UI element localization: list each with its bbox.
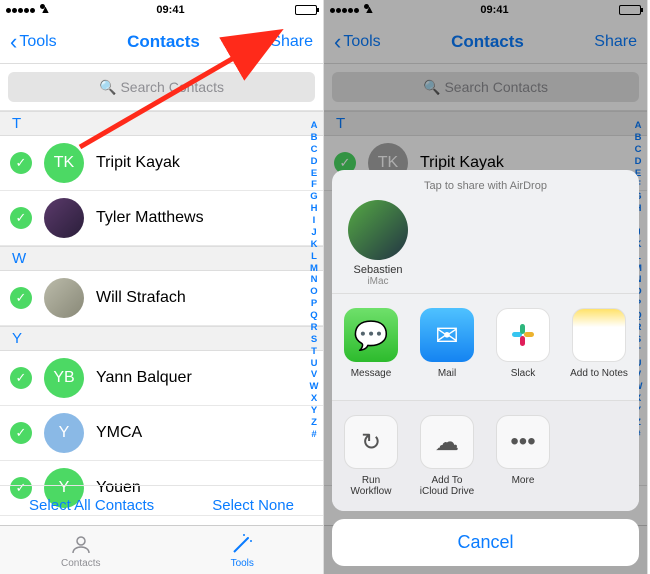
back-button[interactable]: ‹Tools bbox=[10, 31, 57, 53]
avatar bbox=[44, 198, 84, 238]
check-icon[interactable]: ✓ bbox=[10, 422, 32, 444]
contacts-icon bbox=[69, 532, 93, 556]
selection-footer: Select All Contacts Select None bbox=[0, 485, 323, 525]
search-icon: 🔍 bbox=[99, 79, 116, 96]
right-screenshot: ▲ 09:41 ‹Tools Contacts Share 🔍Search Co… bbox=[324, 0, 648, 574]
share-apps-row: 💬 Message ✉ Mail Slack Add to Notes bbox=[332, 293, 639, 400]
check-icon[interactable]: ✓ bbox=[10, 207, 32, 229]
airdrop-section: Tap to share with AirDrop Sebastien iMac bbox=[332, 170, 639, 293]
contact-row[interactable]: ✓ Y YMCA bbox=[0, 406, 323, 461]
left-screenshot: ▲ 09:41 ‹Tools Contacts Share 🔍Search Co… bbox=[0, 0, 324, 574]
avatar: Y bbox=[44, 413, 84, 453]
check-icon[interactable]: ✓ bbox=[10, 367, 32, 389]
share-app-message[interactable]: 💬 Message bbox=[340, 308, 402, 390]
more-icon: ••• bbox=[496, 415, 550, 469]
check-icon[interactable]: ✓ bbox=[10, 287, 32, 309]
notes-icon bbox=[572, 308, 626, 362]
share-actions-row: ↻ Run Workflow ☁ Add To iCloud Drive •••… bbox=[332, 400, 639, 511]
status-bar: ▲ 09:41 bbox=[0, 0, 323, 20]
signal-dots-icon: ▲ bbox=[6, 4, 46, 16]
action-icloud-drive[interactable]: ☁ Add To iCloud Drive bbox=[416, 415, 478, 497]
tab-bar: Contacts Tools bbox=[0, 525, 323, 574]
chevron-left-icon: ‹ bbox=[10, 31, 17, 53]
check-icon[interactable]: ✓ bbox=[10, 152, 32, 174]
page-title: Contacts bbox=[127, 32, 200, 52]
contact-row[interactable]: ✓ Tyler Matthews bbox=[0, 191, 323, 246]
alpha-index[interactable]: ABCDEFGHIJKLMNOPQRSTUVWXYZ# bbox=[307, 120, 321, 494]
section-header-y: Y bbox=[0, 326, 323, 351]
tab-tools[interactable]: Tools bbox=[162, 526, 324, 574]
select-all-button[interactable]: Select All Contacts bbox=[29, 497, 154, 514]
battery-icon bbox=[295, 5, 317, 15]
avatar: YB bbox=[44, 358, 84, 398]
contact-name: Tyler Matthews bbox=[96, 209, 204, 227]
select-none-button[interactable]: Select None bbox=[212, 497, 294, 514]
action-run-workflow[interactable]: ↻ Run Workflow bbox=[340, 415, 402, 497]
share-app-notes[interactable]: Add to Notes bbox=[568, 308, 630, 390]
cancel-button[interactable]: Cancel bbox=[332, 519, 639, 566]
nav-bar: ‹Tools Contacts Share bbox=[0, 20, 323, 64]
slack-icon bbox=[496, 308, 550, 362]
cloud-upload-icon: ☁ bbox=[420, 415, 474, 469]
contact-name: Will Strafach bbox=[96, 289, 186, 307]
contact-name: YMCA bbox=[96, 424, 142, 442]
share-sheet: Tap to share with AirDrop Sebastien iMac… bbox=[332, 170, 639, 566]
section-header-t: T bbox=[0, 111, 323, 136]
refresh-icon: ↻ bbox=[344, 415, 398, 469]
airdrop-hint: Tap to share with AirDrop bbox=[332, 180, 639, 192]
contact-row[interactable]: ✓ YB Yann Balquer bbox=[0, 351, 323, 406]
share-app-mail[interactable]: ✉ Mail bbox=[416, 308, 478, 390]
section-header-w: W bbox=[0, 246, 323, 271]
search-input[interactable]: 🔍Search Contacts bbox=[8, 72, 315, 102]
mail-icon: ✉ bbox=[420, 308, 474, 362]
contact-row[interactable]: ✓ TK Tripit Kayak bbox=[0, 136, 323, 191]
status-time: 09:41 bbox=[156, 4, 184, 16]
share-app-slack[interactable]: Slack bbox=[492, 308, 554, 390]
message-icon: 💬 bbox=[344, 308, 398, 362]
contact-name: Yann Balquer bbox=[96, 369, 192, 387]
wand-icon bbox=[230, 532, 254, 556]
contact-row[interactable]: ✓ Will Strafach bbox=[0, 271, 323, 326]
share-button[interactable]: Share bbox=[270, 33, 313, 51]
airdrop-avatar bbox=[348, 200, 408, 260]
airdrop-person[interactable]: Sebastien iMac bbox=[348, 192, 408, 287]
avatar: TK bbox=[44, 143, 84, 183]
tab-contacts[interactable]: Contacts bbox=[0, 526, 162, 574]
avatar bbox=[44, 278, 84, 318]
action-more[interactable]: ••• More bbox=[492, 415, 554, 497]
contact-name: Tripit Kayak bbox=[96, 154, 180, 172]
